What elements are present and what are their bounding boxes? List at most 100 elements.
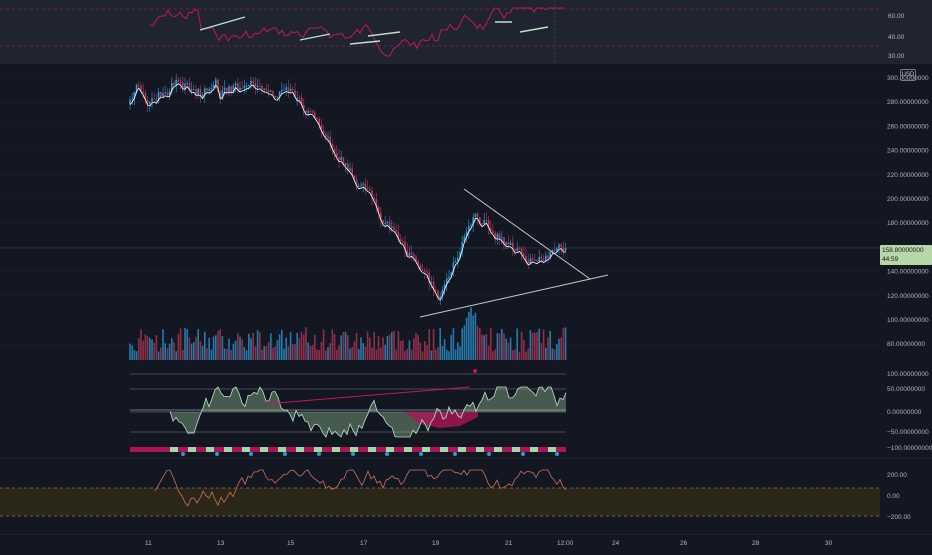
- time-tick-label: 21: [505, 540, 513, 547]
- volume-bar: [340, 335, 342, 360]
- candle-body: [523, 253, 525, 256]
- candle-body: [173, 82, 175, 86]
- candle-body: [149, 101, 151, 104]
- volume-bar: [399, 340, 402, 360]
- signal-dot: [521, 452, 525, 456]
- candle-body: [399, 239, 402, 242]
- volume-bar: [545, 347, 547, 360]
- rsi-pane[interactable]: 60.00 40.00 30.00: [0, 0, 932, 64]
- volume-bar: [171, 338, 173, 360]
- candle-body: [424, 270, 426, 272]
- volume-bar: [261, 349, 263, 360]
- volume-bar: [470, 307, 472, 360]
- volume-bar: [428, 329, 430, 360]
- signal-dot-top: [473, 369, 477, 373]
- candle-body: [560, 244, 562, 247]
- cci-pane[interactable]: 200.00 0.00 −200.00: [0, 457, 932, 534]
- volume-bar: [166, 347, 169, 360]
- volume-bar: [417, 335, 419, 360]
- price-pane[interactable]: 300.00000000 280.00000000 260.00000000 240.…: [0, 64, 932, 362]
- time-axis-svg[interactable]: 11 13 15 17 19 21 12:00 24 26 28 30: [0, 533, 932, 550]
- signal-strip-green: [350, 447, 358, 452]
- volume-bar: [360, 337, 362, 360]
- volume-bar: [375, 349, 378, 360]
- price-tick-label: 240.00000000: [887, 148, 929, 155]
- candle-body: [129, 99, 131, 104]
- volume-bar: [560, 337, 562, 360]
- candle-body: [364, 183, 367, 188]
- signal-strip-green: [404, 447, 412, 452]
- volume-bar: [223, 348, 226, 360]
- volume-bar: [498, 333, 501, 360]
- volume-bar: [188, 337, 191, 360]
- volume-bar: [538, 328, 540, 360]
- candle-body: [514, 249, 516, 251]
- cci-chart[interactable]: 200.00 0.00 −200.00: [0, 457, 932, 534]
- volume-bar: [395, 349, 397, 360]
- osc-tick-label: −50.00000000: [887, 429, 929, 436]
- price-tick-label: 260.00000000: [887, 123, 929, 130]
- volume-bar: [270, 333, 272, 360]
- volume-bar: [369, 337, 371, 360]
- price-chart[interactable]: 300.00000000280.00000000260.00000000240.…: [0, 64, 932, 362]
- volume-bar: [267, 342, 270, 360]
- volume-bar: [454, 349, 457, 360]
- volume-bar: [457, 342, 459, 360]
- candle-body: [179, 81, 182, 83]
- volume-bar: [388, 334, 391, 360]
- volume-bar: [410, 349, 413, 360]
- candle-body: [289, 88, 292, 92]
- candle-body: [393, 226, 395, 231]
- time-axis[interactable]: 11 13 15 17 19 21 12:00 24 26 28 30: [0, 533, 932, 550]
- volume-bar: [371, 347, 373, 360]
- volume-bar: [542, 329, 545, 360]
- volume-bar: [144, 334, 147, 360]
- candle-body: [206, 88, 208, 91]
- volume-bar: [397, 331, 400, 360]
- currency-label[interactable]: USD: [900, 69, 916, 81]
- oscillator-chart[interactable]: 100.00000000 50.00000000 0.00000000 −50.000…: [0, 362, 932, 458]
- trendline-descending: [463, 188, 591, 280]
- oscillator-pane[interactable]: 100.00000000 50.00000000 0.00000000 −50.000…: [0, 362, 932, 458]
- countdown: 44:59: [882, 256, 899, 263]
- volume-bar: [276, 340, 279, 360]
- volume-bar: [177, 333, 180, 360]
- volume-bar: [168, 343, 171, 360]
- volume-bar: [250, 338, 252, 360]
- candle-body: [316, 117, 318, 120]
- signal-dot: [487, 452, 491, 456]
- volume-bar: [558, 338, 560, 360]
- candle-body: [151, 98, 153, 102]
- candle-body: [201, 94, 204, 97]
- time-tick-label: 19: [432, 540, 440, 547]
- candle-body: [210, 88, 213, 90]
- volume-bar: [496, 333, 499, 360]
- candle-body: [534, 259, 536, 261]
- signal-strip-green: [422, 447, 430, 452]
- volume-bar: [208, 337, 210, 360]
- volume-bar: [278, 334, 281, 360]
- signal-strip-green: [206, 447, 214, 452]
- candle-body: [248, 84, 250, 86]
- candle-body: [421, 269, 424, 271]
- rsi-chart[interactable]: 60.00 40.00 30.00: [0, 0, 932, 64]
- candle-body: [153, 98, 155, 100]
- candle-body: [402, 241, 404, 243]
- volume-bar: [215, 335, 217, 360]
- candle-body: [395, 230, 397, 233]
- signal-strip-green: [278, 447, 286, 452]
- signal-strip-green: [170, 447, 178, 452]
- volume-bar: [437, 347, 439, 360]
- candle-body: [501, 237, 503, 239]
- candle-body: [230, 86, 232, 93]
- volume-bar: [553, 349, 556, 360]
- time-tick-label: 26: [680, 540, 688, 547]
- candle-body: [454, 261, 457, 263]
- volume-bar: [307, 342, 309, 360]
- candle-body: [435, 289, 437, 291]
- volume-bar: [296, 332, 298, 360]
- volume-bar: [327, 347, 329, 360]
- volume-bar: [237, 333, 239, 360]
- volume-bar: [157, 351, 160, 360]
- volume-bar: [364, 346, 367, 360]
